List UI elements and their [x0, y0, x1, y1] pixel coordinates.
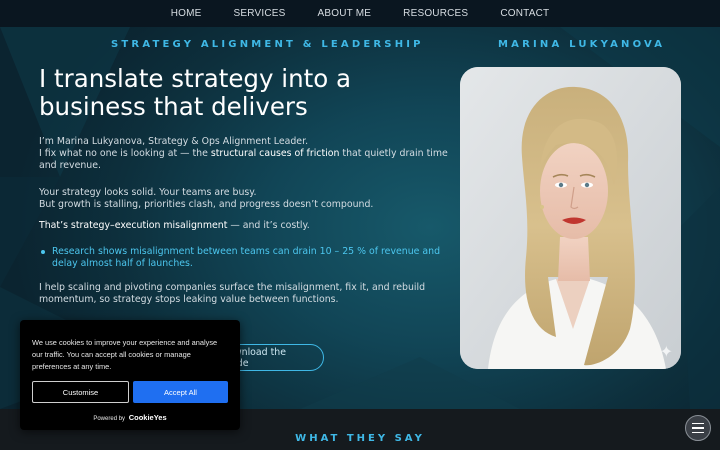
powered-by: Powered by CookieYes — [20, 413, 240, 422]
accept-all-button[interactable]: Accept All — [133, 381, 228, 403]
nav-home[interactable]: HOME — [155, 8, 218, 19]
misalignment-paragraph: That’s strategy–execution misalignment —… — [39, 220, 459, 232]
nav-resources[interactable]: RESOURCES — [387, 8, 484, 19]
menu-line — [692, 431, 704, 434]
top-navigation: HOME SERVICES ABOUT ME RESOURCES CONTACT — [0, 0, 720, 27]
help-paragraph: I help scaling and pivoting companies su… — [39, 282, 426, 305]
cookie-message: We use cookies to improve your experienc… — [32, 338, 218, 371]
intro-line-2a: I fix what no one is looking at — the — [39, 148, 211, 159]
cookieyes-logo[interactable]: CookieYes — [129, 413, 167, 422]
nav-services[interactable]: SERVICES — [218, 8, 302, 19]
nav-about-me[interactable]: ABOUT ME — [302, 8, 388, 19]
hero-eyebrow: STRATEGY ALIGNMENT & LEADERSHIP — [111, 39, 424, 50]
powered-by-label: Powered by — [93, 416, 126, 422]
hamburger-menu-icon[interactable] — [685, 415, 711, 441]
problem-paragraph: Your strategy looks solid. Your teams ar… — [39, 187, 459, 211]
intro-line-1: I’m Marina Lukyanova, Strategy & Ops Ali… — [39, 136, 309, 147]
testimonials-title: WHAT THEY SAY — [295, 433, 425, 444]
name-eyebrow: MARINA LUKYANOVA — [498, 39, 666, 50]
research-bullet: Research shows misalignment between team… — [41, 246, 441, 269]
portrait-photo: ✦ — [460, 67, 681, 369]
intro-emphasis: structural causes of friction — [210, 148, 340, 159]
menu-line — [692, 427, 704, 429]
problem-line-1: Your strategy looks solid. Your teams ar… — [39, 187, 257, 198]
portrait-illustration — [460, 67, 681, 369]
menu-line — [692, 422, 704, 425]
hero-headline: I translate strategy into a business tha… — [39, 64, 351, 121]
misalignment-tail: — and it’s costly. — [227, 220, 310, 231]
customise-button[interactable]: Customise — [32, 381, 129, 403]
intro-paragraph: I’m Marina Lukyanova, Strategy & Ops Ali… — [39, 136, 459, 172]
nav-contact[interactable]: CONTACT — [484, 8, 565, 19]
problem-line-2: But growth is stalling, priorities clash… — [39, 199, 374, 210]
misalignment-emphasis: That’s strategy–execution misalignment — [39, 220, 228, 231]
sparkle-icon: ✦ — [659, 342, 673, 361]
cookie-banner: We use cookies to improve your experienc… — [20, 320, 240, 430]
